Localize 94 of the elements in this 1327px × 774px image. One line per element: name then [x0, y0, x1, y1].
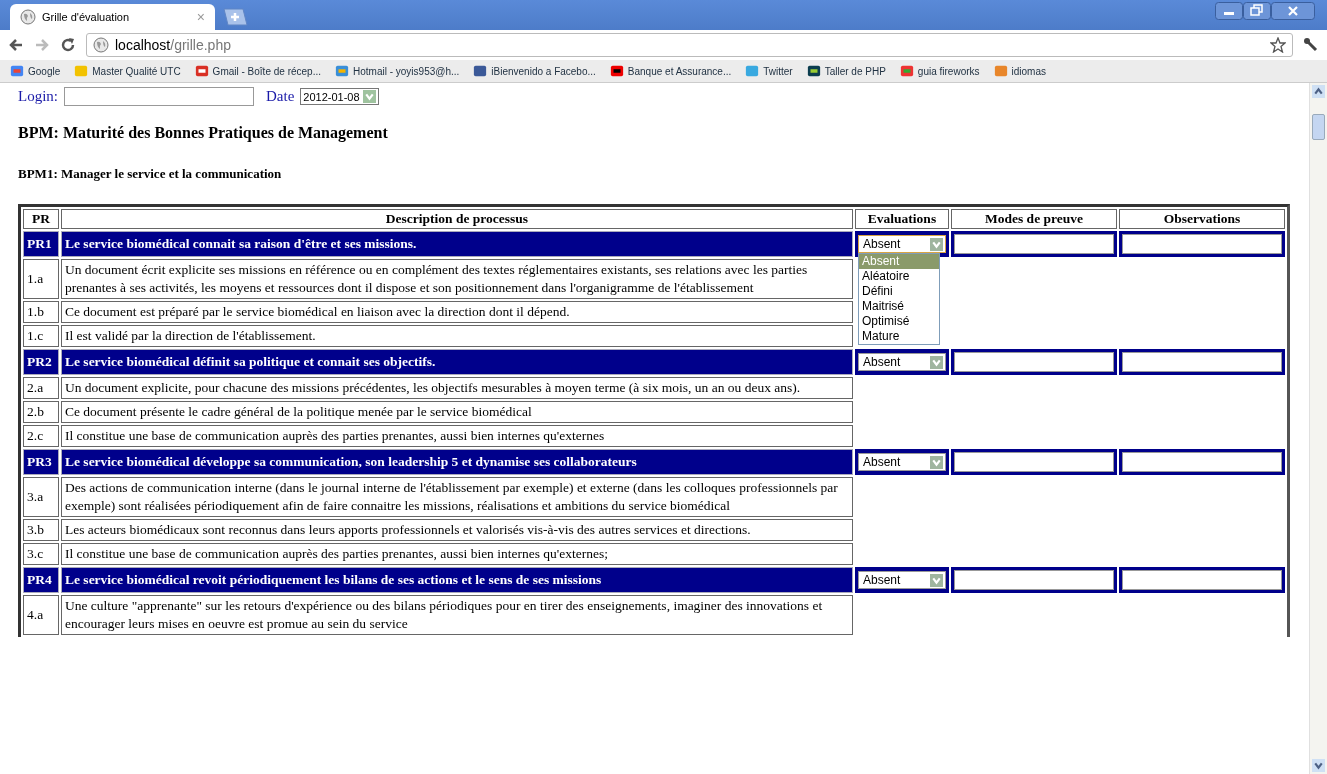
column-header: Description de processus: [61, 209, 853, 229]
restore-icon[interactable]: [1243, 2, 1271, 20]
bookmark-icon: [745, 64, 760, 78]
table-cell: 1.c: [23, 325, 59, 347]
minimize-icon[interactable]: [1215, 2, 1243, 20]
browser-tab[interactable]: Grille d'évaluation ×: [10, 4, 215, 30]
table-cell: Le service biomédical développe sa communication, son leadership 5 et dynamise ses collaborateurs: [61, 449, 853, 475]
login-field[interactable]: [64, 87, 254, 106]
column-header: Evaluations: [855, 209, 949, 229]
evaluation-select[interactable]: Absent: [858, 353, 946, 371]
bookmark[interactable]: Google: [10, 64, 61, 78]
bookmark[interactable]: Master Qualité UTC: [74, 64, 181, 78]
globe-icon: [93, 37, 109, 53]
dropdown-option[interactable]: Défini: [859, 284, 939, 299]
proof-field[interactable]: [954, 352, 1114, 372]
table-cell: Ce document est préparé par le service biomédical en liaison avec la direction dont il dépend.: [61, 301, 853, 323]
table-cell: Il constitue une base de communication auprès des parties prenantes, aussi bien internes qu'externes: [61, 425, 853, 447]
bookmark-icon: [806, 64, 821, 78]
proof-field[interactable]: [954, 234, 1114, 254]
bookmark[interactable]: guia fireworks: [899, 64, 980, 78]
scrollbar[interactable]: [1309, 83, 1327, 774]
table-cell: 2.a: [23, 377, 59, 399]
bookmark[interactable]: Twitter: [745, 64, 793, 78]
section-heading: BPM1: Manager le service et la communication: [18, 166, 283, 182]
column-header: Observations: [1119, 209, 1285, 229]
table-cell: PR2: [23, 349, 59, 375]
back-icon[interactable]: [8, 37, 24, 53]
table-cell: 3.c: [23, 543, 59, 565]
table-cell: PR4: [23, 567, 59, 593]
table-cell: Il constitue une base de communication auprès des parties prenantes, aussi bien internes qu'externes;: [61, 543, 853, 565]
table-cell: Il est validé par la direction de l'établissement.: [61, 325, 853, 347]
bookmark[interactable]: Banque et Assurance...: [609, 64, 732, 78]
date-label: Date: [266, 88, 295, 105]
table-cell: Le service biomédical définit sa politique et connait ses objectifs.: [61, 349, 853, 375]
date-select[interactable]: 2012-01-08: [300, 88, 379, 105]
star-icon[interactable]: [1270, 37, 1286, 53]
dropdown-option[interactable]: Maitrisé: [859, 299, 939, 314]
table-cell: 4.a: [23, 595, 59, 635]
scroll-thumb[interactable]: [1312, 114, 1325, 140]
close-icon[interactable]: [1271, 2, 1315, 20]
table-cell: PR3: [23, 449, 59, 475]
table-cell: 1.a: [23, 259, 59, 299]
bookmark[interactable]: Hotmail - yoyis953@h...: [335, 64, 460, 78]
bookmark[interactable]: iBienvenido a Facebo...: [473, 64, 596, 78]
column-header: Modes de preuve: [951, 209, 1117, 229]
table-cell: Ce document présente le cadre général de la politique menée par le service biomédical: [61, 401, 853, 423]
bookmark-icon: [10, 64, 24, 78]
bookmark[interactable]: idiomas: [993, 64, 1046, 78]
table-cell: Le service biomédical revoit périodiquement les bilans de ses actions et le sens de ses missions: [61, 567, 853, 593]
evaluation-select[interactable]: Absent: [858, 235, 946, 253]
table-cell: 3.a: [23, 477, 59, 517]
bookmark[interactable]: Gmail - Boîte de récep...: [194, 64, 321, 78]
address-bar[interactable]: localhost/grille.php: [86, 33, 1293, 57]
bookmark-icon: [609, 64, 624, 78]
table-cell: Les acteurs biomédicaux sont reconnus dans leurs apports professionnels et valorisés vis-à-vis des autres services et directions.: [61, 519, 853, 541]
table-cell: 2.b: [23, 401, 59, 423]
evaluation-select[interactable]: Absent: [858, 571, 946, 589]
dropdown-option[interactable]: Aléatoire: [859, 269, 939, 284]
page-heading: BPM: Maturité des Bonnes Pratiques de Management: [18, 124, 389, 142]
table-cell: PR1: [23, 231, 59, 257]
dropdown-arrow-icon: [362, 90, 376, 103]
bookmark-icon: [993, 64, 1008, 78]
table-cell: 3.b: [23, 519, 59, 541]
evaluation-select[interactable]: Absent: [858, 453, 946, 471]
scroll-down-icon[interactable]: [1312, 759, 1325, 772]
tab-title: Grille d'évaluation: [42, 11, 131, 23]
bookmark[interactable]: Taller de PHP: [806, 64, 886, 78]
globe-icon: [20, 9, 36, 25]
observation-field[interactable]: [1122, 452, 1282, 472]
dropdown-option[interactable]: Optimisé: [859, 314, 939, 329]
bookmark-icon: [899, 64, 914, 78]
table-cell: Une culture "apprenante" sur les retours d'expérience ou des bilans périodiques pour en tirer des enseignements, imaginer des innovations et encourager leurs mises en oeuvre est promue au sein du service: [61, 595, 853, 635]
bookmark-icon: [74, 64, 89, 78]
login-label: Login:: [18, 88, 58, 105]
observation-field[interactable]: [1122, 352, 1282, 372]
dropdown-option[interactable]: Mature: [859, 329, 939, 344]
forward-icon[interactable]: [34, 37, 50, 53]
table-cell: Un document explicite, pour chacune des missions précédentes, les objectifs mesurables à moyen terme (à six mois, un an ou deux ans).: [61, 377, 853, 399]
proof-field[interactable]: [954, 570, 1114, 590]
table-cell: Le service biomédical connait sa raison d'être et ses missions.: [61, 231, 853, 257]
table-cell: 2.c: [23, 425, 59, 447]
table-cell: Un document écrit explicite ses missions en référence ou en complément des textes réglementaires existants, ses relations avec les parties prenantes à ses activités, les moyens et ressources dont il dispose et son positionnement dans l'organigramme de l'établissement: [61, 259, 853, 299]
reload-icon[interactable]: [60, 37, 76, 53]
observation-field[interactable]: [1122, 234, 1282, 254]
column-header: PR: [23, 209, 59, 229]
table-cell: Des actions de communication interne (dans le journal interne de l'établissement par exemple) et externe (dans les colloques professionnels par exemple) sont réalisées périodiquement afin de faire connaitre les missions, réalisations et ambitions du service biomédical: [61, 477, 853, 517]
bookmark-icon: [194, 64, 209, 78]
bookmark-icon: [335, 64, 349, 78]
scroll-up-icon[interactable]: [1312, 85, 1325, 98]
table-cell: 1.b: [23, 301, 59, 323]
bookmark-icon: [473, 64, 488, 78]
new-tab-icon[interactable]: [221, 8, 249, 26]
proof-field[interactable]: [954, 452, 1114, 472]
observation-field[interactable]: [1122, 570, 1282, 590]
